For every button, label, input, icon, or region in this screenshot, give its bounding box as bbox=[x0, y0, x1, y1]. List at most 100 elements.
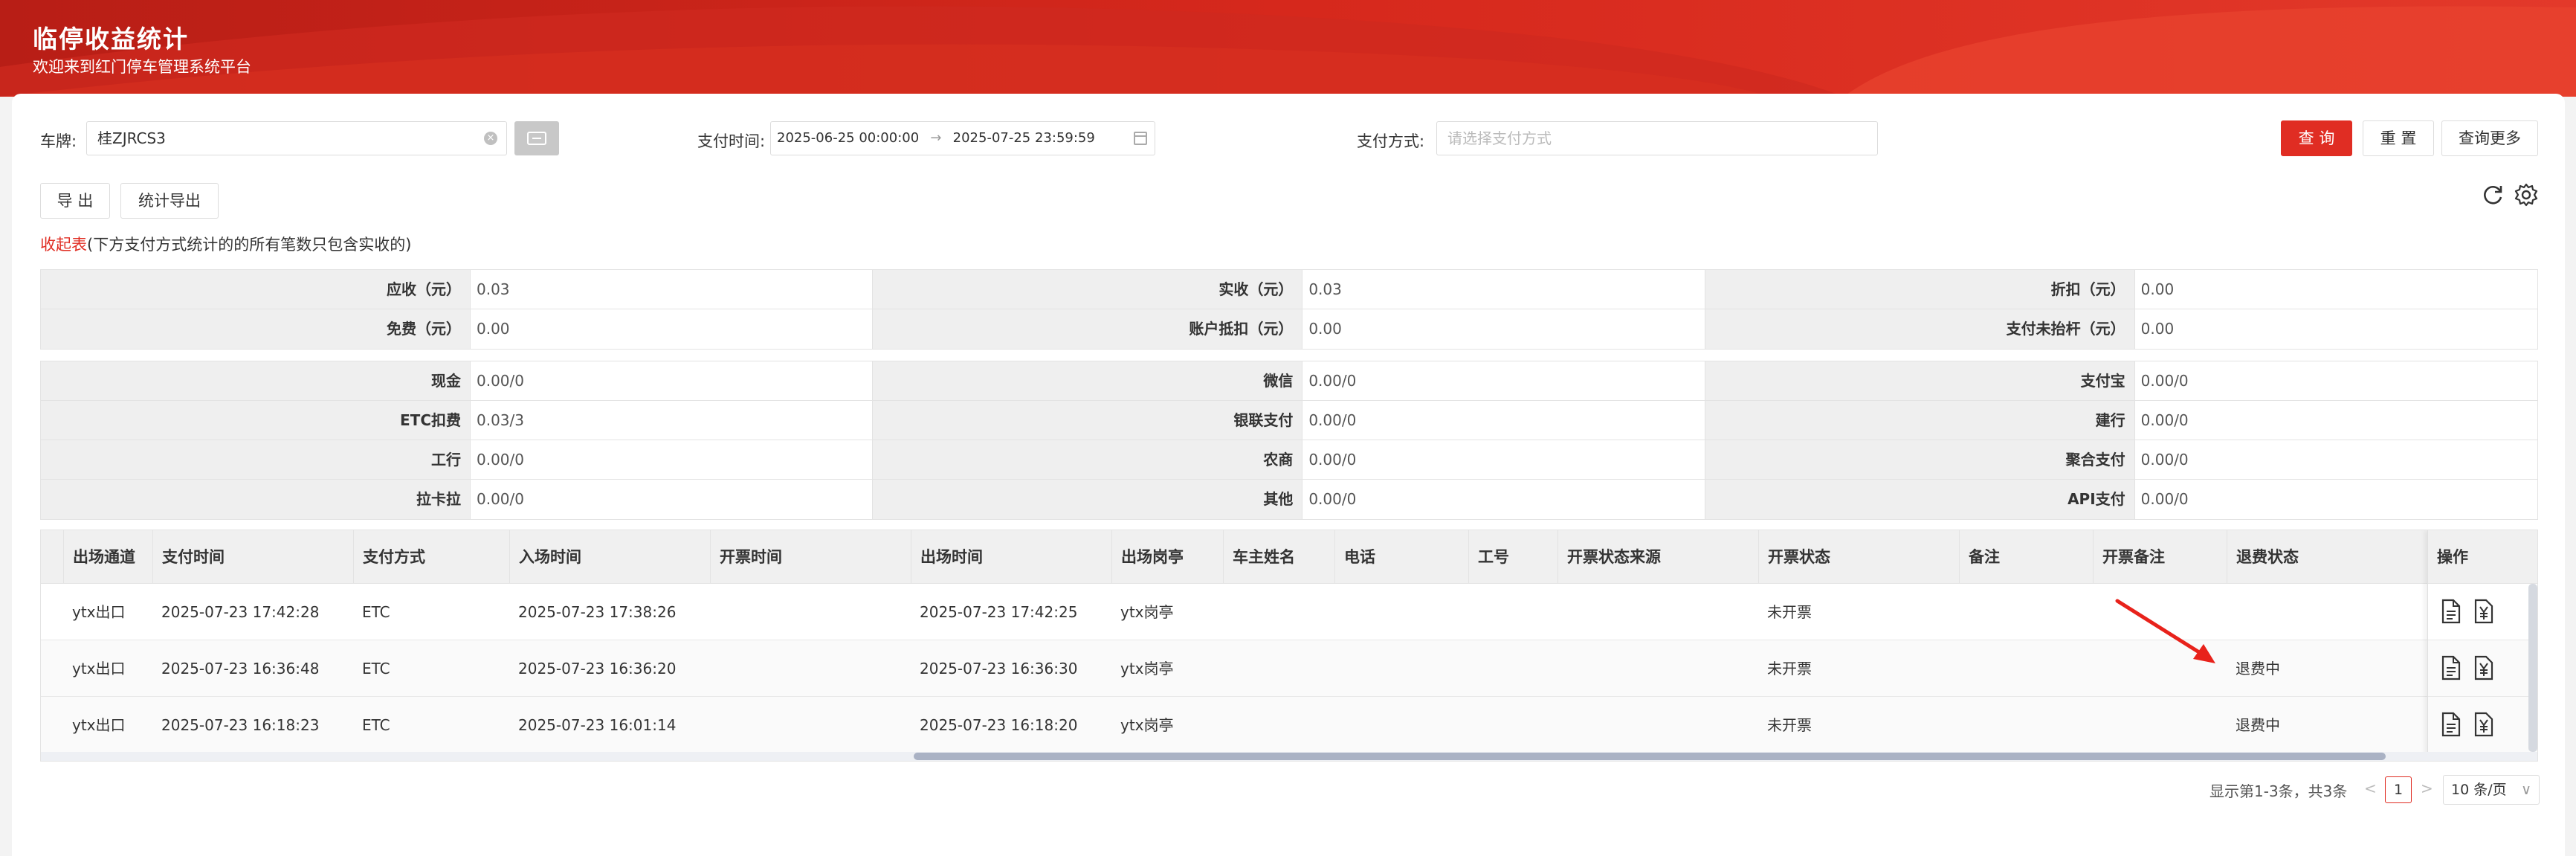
export-button[interactable]: 导 出 bbox=[40, 183, 110, 219]
note-text: (下方支付方式统计的的所有笔数只包含实收的) bbox=[87, 236, 412, 254]
summary-value: 0.00 bbox=[471, 309, 874, 349]
cell-pay-time: 2025-07-23 16:18:23 bbox=[161, 716, 320, 734]
cell-refund-status: 退费中 bbox=[2236, 716, 2280, 734]
col-invoice-source: 开票状态来源 bbox=[1557, 530, 1661, 584]
col-remark: 备注 bbox=[1959, 530, 2000, 584]
cell-exit-lane: ytx出口 bbox=[72, 716, 126, 734]
summary-amount-table: 应收（元） 0.03 实收（元） 0.03 折扣（元） 0.00 免费（元） 0.00 … bbox=[40, 269, 2538, 350]
summary-value: 0.00/0 bbox=[471, 361, 874, 400]
keyboard-icon bbox=[527, 132, 546, 145]
cell-phone bbox=[1334, 584, 1343, 640]
cell-invoice-time bbox=[710, 584, 719, 640]
summary-value: 0.00/0 bbox=[1302, 361, 1705, 400]
refresh-icon[interactable] bbox=[2480, 182, 2505, 207]
summary-value: 0.03 bbox=[471, 270, 874, 309]
chevron-down-icon: ∨ bbox=[2521, 782, 2531, 798]
calendar-icon[interactable] bbox=[1134, 132, 1147, 145]
cell-exit-time: 2025-07-23 16:36:30 bbox=[920, 660, 1078, 678]
col-staff-id: 工号 bbox=[1468, 530, 1509, 584]
clear-icon[interactable]: × bbox=[484, 132, 497, 145]
cell-exit-time: 2025-07-23 16:18:20 bbox=[920, 716, 1078, 734]
col-exit-lane: 出场通道 bbox=[63, 530, 135, 584]
page-size-select[interactable]: 10 条/页 ∨ bbox=[2443, 775, 2540, 805]
cell-pay-method: ETC bbox=[362, 660, 390, 678]
cell-invoice-source bbox=[1557, 697, 1566, 753]
cell-refund-status bbox=[2227, 584, 2236, 640]
summary-label: 实收（元） bbox=[873, 270, 1303, 309]
cell-exit-booth: ytx岗亭 bbox=[1120, 660, 1174, 678]
summary-label: 银联支付 bbox=[873, 401, 1303, 440]
annotation-arrow-icon bbox=[2115, 599, 2215, 663]
cell-exit-booth: ytx岗亭 bbox=[1120, 603, 1174, 621]
collapse-table-link[interactable]: 收起表 bbox=[40, 236, 87, 254]
col-invoice-remark: 开票备注 bbox=[2093, 530, 2165, 584]
plate-keyboard-button[interactable] bbox=[514, 121, 559, 155]
gear-icon[interactable] bbox=[2514, 182, 2539, 207]
plate-input[interactable]: 桂ZJRCS3 × bbox=[86, 121, 507, 155]
reset-button[interactable]: 重 置 bbox=[2363, 120, 2434, 156]
summary-value: 0.00/0 bbox=[2140, 372, 2189, 390]
prev-page-button[interactable]: < bbox=[2364, 779, 2377, 797]
next-page-button[interactable]: > bbox=[2421, 779, 2433, 797]
summary-value: 0.03 bbox=[1302, 270, 1705, 309]
stat-export-button[interactable]: 统计导出 bbox=[120, 183, 219, 219]
cell-staff-id bbox=[1468, 697, 1477, 753]
cell-staff-id bbox=[1468, 640, 1477, 697]
summary-value: 0.00 bbox=[1302, 309, 1705, 349]
refund-yen-icon[interactable] bbox=[2473, 599, 2494, 624]
cell-exit-lane: ytx出口 bbox=[72, 660, 126, 678]
pay-method-select[interactable]: 请选择支付方式 bbox=[1436, 121, 1878, 155]
col-refund-status: 退费状态 bbox=[2227, 530, 2299, 584]
summary-label: 现金 bbox=[41, 361, 471, 400]
row-actions bbox=[2441, 712, 2494, 737]
horizontal-scrollbar-thumb[interactable] bbox=[914, 753, 2386, 760]
summary-row: 免费（元） 0.00 账户抵扣（元） 0.00 支付未抬杆（元） 0.00 bbox=[41, 309, 2537, 349]
query-more-button[interactable]: 查询更多 bbox=[2441, 120, 2538, 156]
plate-value: 桂ZJRCS3 bbox=[97, 129, 166, 147]
cell-remark bbox=[1959, 640, 1968, 697]
cell-entry-time: 2025-07-23 16:01:14 bbox=[518, 716, 677, 734]
summary-value: 0.00/0 bbox=[2140, 451, 2189, 469]
col-exit-booth: 出场岗亭 bbox=[1111, 530, 1184, 584]
summary-label: 免费（元） bbox=[41, 309, 471, 349]
refund-yen-icon[interactable] bbox=[2473, 712, 2494, 737]
summary-value: 0.00 bbox=[2140, 320, 2175, 338]
cell-entry-time: 2025-07-23 16:36:20 bbox=[518, 660, 677, 678]
summary-label: 拉卡拉 bbox=[41, 480, 471, 519]
page-title: 临停收益统计 bbox=[33, 25, 189, 54]
cell-invoice-status: 未开票 bbox=[1767, 716, 1812, 734]
col-exit-time: 出场时间 bbox=[911, 530, 983, 584]
cell-exit-time: 2025-07-23 17:42:25 bbox=[920, 603, 1078, 621]
detail-doc-icon[interactable] bbox=[2441, 599, 2462, 624]
cell-pay-time: 2025-07-23 16:36:48 bbox=[161, 660, 320, 678]
col-invoice-status: 开票状态 bbox=[1758, 530, 1830, 584]
detail-doc-icon[interactable] bbox=[2441, 712, 2462, 737]
summary-value: 0.00 bbox=[2140, 280, 2175, 298]
pay-time-label: 支付时间: bbox=[697, 132, 766, 150]
row-actions bbox=[2441, 599, 2494, 624]
cell-owner-name bbox=[1223, 697, 1232, 753]
cell-owner-name bbox=[1223, 584, 1232, 640]
row-actions bbox=[2441, 655, 2494, 680]
plate-label: 车牌: bbox=[40, 132, 77, 150]
cell-exit-lane: ytx出口 bbox=[72, 603, 126, 621]
table-row[interactable]: ytx出口 2025-07-23 16:18:23 ETC 2025-07-23… bbox=[41, 697, 2537, 753]
cell-staff-id bbox=[1468, 584, 1477, 640]
summary-label: 聚合支付 bbox=[1705, 440, 2135, 479]
detail-doc-icon[interactable] bbox=[2441, 655, 2462, 680]
cell-remark bbox=[1959, 584, 1968, 640]
cell-invoice-time bbox=[710, 697, 719, 753]
cell-invoice-status: 未开票 bbox=[1767, 660, 1812, 678]
refund-yen-icon[interactable] bbox=[2473, 655, 2494, 680]
pay-time-range-input[interactable]: 2025-06-25 00:00:00 → 2025-07-25 23:59:5… bbox=[770, 121, 1155, 155]
banner-decoration bbox=[0, 0, 2576, 97]
vertical-scrollbar[interactable] bbox=[2528, 584, 2537, 752]
cell-invoice-remark bbox=[2093, 640, 2102, 697]
summary-label: ETC扣费 bbox=[41, 401, 471, 440]
summary-value: 0.00/0 bbox=[1302, 440, 1705, 479]
summary-label: 账户抵扣（元） bbox=[873, 309, 1303, 349]
cell-remark bbox=[1959, 697, 1968, 753]
date-separator: → bbox=[930, 130, 942, 146]
page-1-button[interactable]: 1 bbox=[2385, 776, 2412, 803]
query-button[interactable]: 查 询 bbox=[2281, 120, 2352, 156]
